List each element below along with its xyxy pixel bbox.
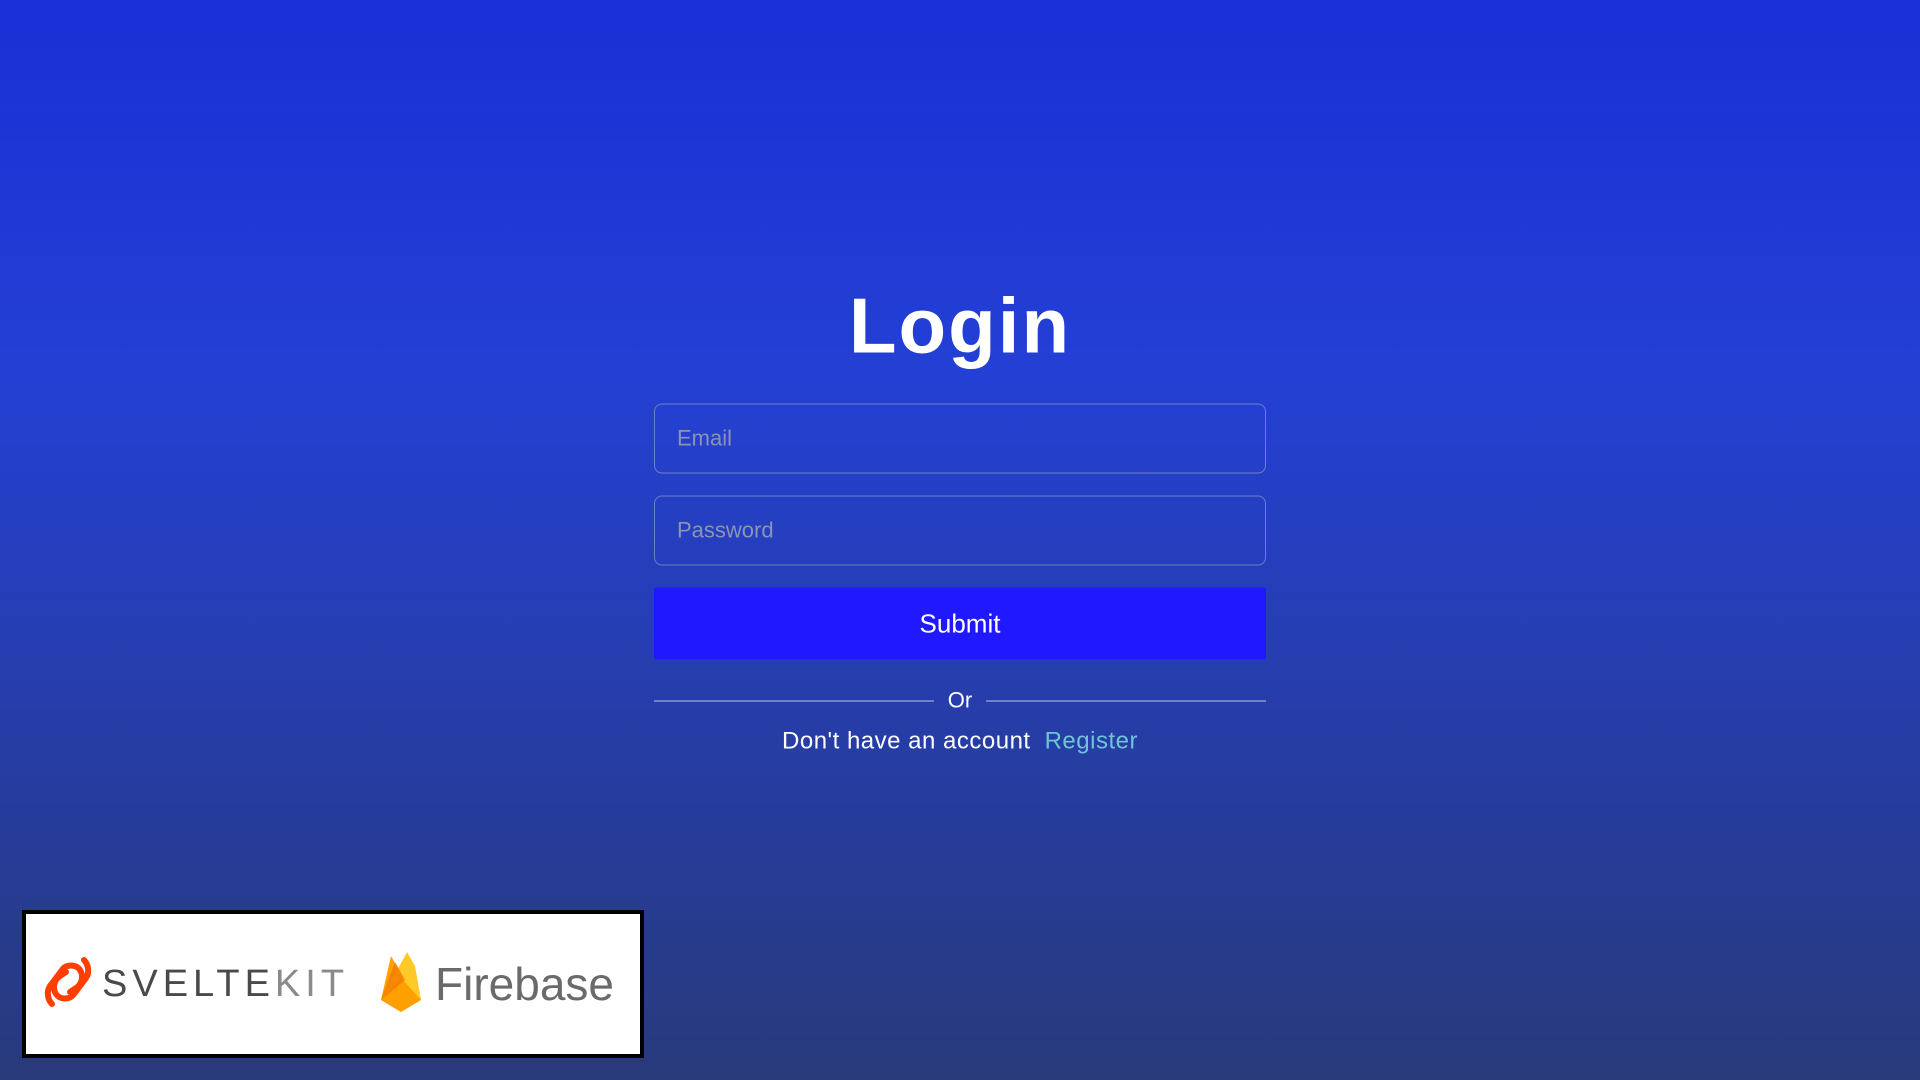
divider: Or bbox=[654, 688, 1266, 714]
login-form: Login Submit Or Don't have an account Re… bbox=[654, 281, 1266, 756]
divider-line-right bbox=[986, 700, 1266, 701]
page-title: Login bbox=[849, 281, 1071, 372]
register-row: Don't have an account Register bbox=[782, 728, 1138, 756]
register-link[interactable]: Register bbox=[1045, 728, 1138, 756]
divider-line-left bbox=[654, 700, 934, 701]
firebase-logo-block: Firebase bbox=[375, 948, 614, 1020]
email-field[interactable] bbox=[654, 404, 1266, 474]
password-field[interactable] bbox=[654, 496, 1266, 566]
divider-text: Or bbox=[934, 688, 986, 714]
sveltekit-logo-block: SVELTEKIT bbox=[44, 954, 349, 1014]
sveltekit-label: SVELTEKIT bbox=[102, 963, 349, 1006]
tech-badge: SVELTEKIT Firebase bbox=[22, 910, 644, 1058]
firebase-label: Firebase bbox=[435, 957, 614, 1011]
firebase-icon bbox=[375, 948, 427, 1020]
submit-button[interactable]: Submit bbox=[654, 588, 1266, 660]
svelte-icon bbox=[44, 954, 92, 1014]
register-prompt: Don't have an account bbox=[782, 728, 1031, 756]
